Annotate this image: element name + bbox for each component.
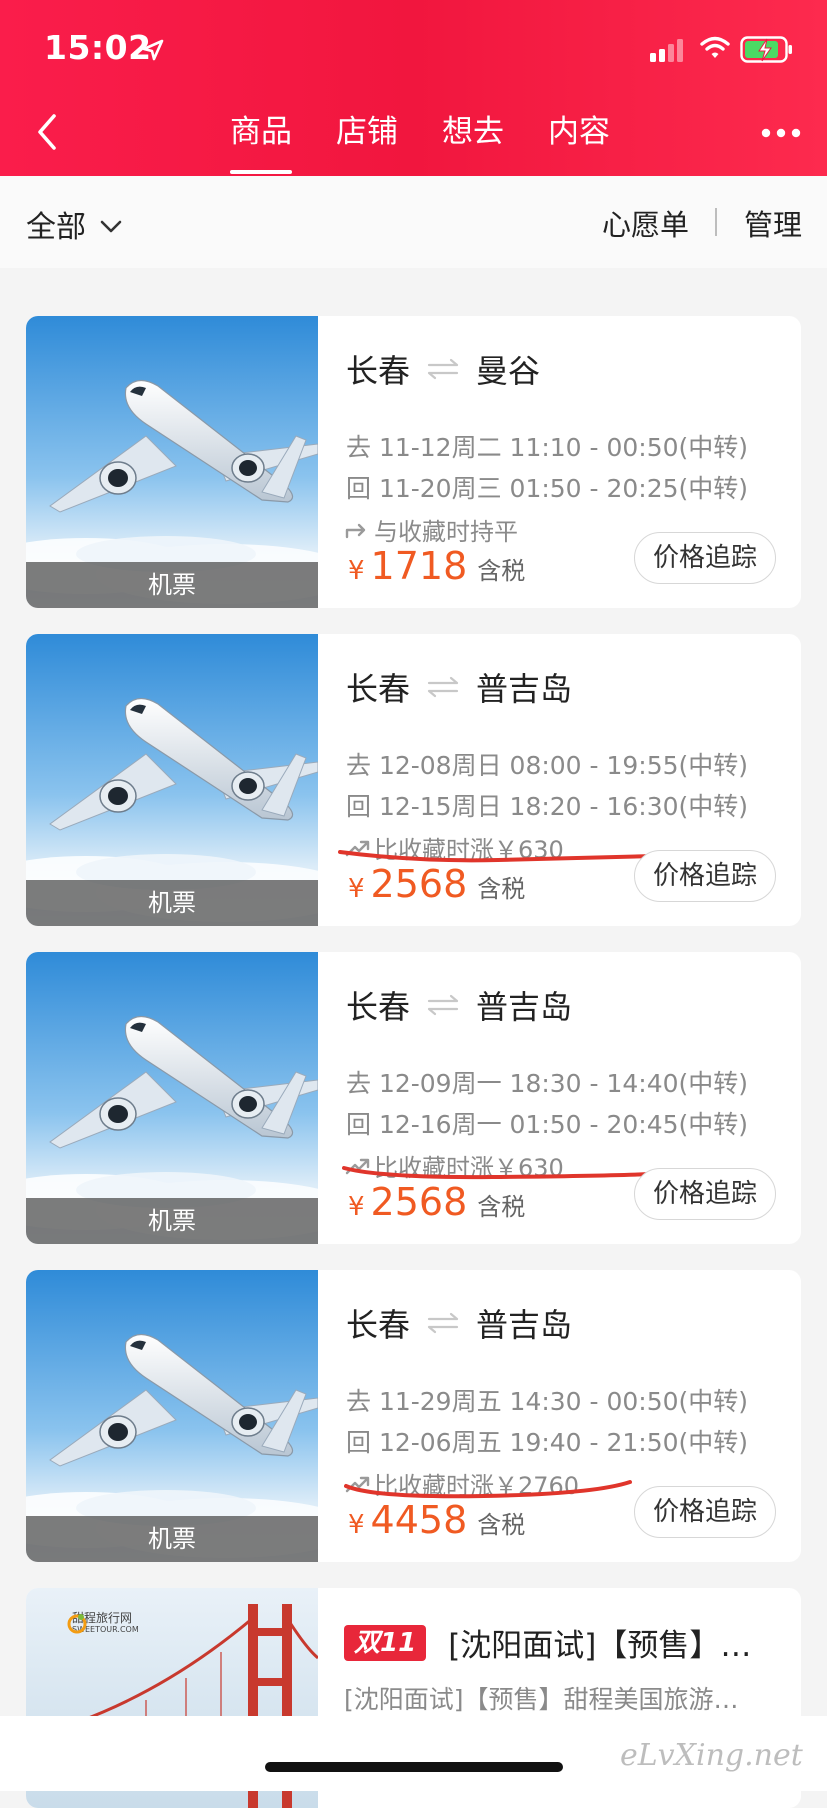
watermark: eLvXing.net bbox=[620, 1738, 803, 1773]
price-amount: 2568 bbox=[370, 862, 468, 906]
tax-label: 含税 bbox=[477, 1193, 526, 1221]
destination-city: 普吉岛 bbox=[476, 670, 573, 708]
more-options-icon[interactable] bbox=[760, 118, 802, 148]
price-track-button[interactable]: 价格追踪 bbox=[634, 1168, 776, 1220]
tax-label: 含税 bbox=[477, 875, 526, 903]
status-bar: 15:02 bbox=[0, 0, 827, 100]
tax-label: 含税 bbox=[477, 557, 526, 585]
tab-stores[interactable]: 店铺 bbox=[336, 108, 398, 168]
return-info: 回 12-16周一 01:50 - 20:45(中转) bbox=[346, 1110, 749, 1139]
wishlist-button[interactable]: 心愿单 bbox=[602, 202, 689, 244]
currency-symbol: ¥ bbox=[348, 874, 365, 904]
flight-image: 机票 bbox=[26, 634, 318, 926]
brand-logo: 甜程旅行网 SWEETOUR.COM bbox=[66, 1612, 139, 1636]
image-caption: 机票 bbox=[26, 1516, 318, 1562]
origin-city: 长春 bbox=[346, 670, 411, 708]
flight-image: 机票 bbox=[26, 316, 318, 608]
flight-card[interactable]: 机票 长春 普吉岛 去 12-08周日 08:00 - 19:55(中转) 回 … bbox=[26, 634, 801, 926]
flight-image: 机票 bbox=[26, 1270, 318, 1562]
round-trip-icon bbox=[427, 1312, 459, 1334]
top-tabs: 商品 店铺 想去 内容 bbox=[230, 108, 610, 174]
price-track-button[interactable]: 价格追踪 bbox=[634, 1486, 776, 1538]
promo-title-row: 双11 [沈阳面试]【预售】… bbox=[344, 1620, 751, 1665]
back-arrow-icon[interactable] bbox=[30, 108, 64, 156]
image-caption: 机票 bbox=[26, 880, 318, 926]
flight-card[interactable]: 机票 长春 曼谷 去 11-12周二 11:10 - 00:50(中转) 回 1… bbox=[26, 316, 801, 608]
image-caption: 机票 bbox=[26, 562, 318, 608]
currency-symbol: ¥ bbox=[348, 556, 365, 586]
depart-info: 去 12-08周日 08:00 - 19:55(中转) bbox=[346, 751, 749, 780]
round-trip-icon bbox=[427, 676, 459, 698]
depart-info: 去 12-09周一 18:30 - 14:40(中转) bbox=[346, 1069, 749, 1098]
destination-city: 普吉岛 bbox=[476, 988, 573, 1026]
depart-info: 去 11-29周五 14:30 - 00:50(中转) bbox=[346, 1387, 749, 1416]
manage-button[interactable]: 管理 bbox=[744, 202, 802, 244]
status-time: 15:02 bbox=[44, 28, 152, 67]
return-info: 回 12-06周五 19:40 - 21:50(中转) bbox=[346, 1428, 749, 1457]
filter-bar: 全部 心愿单 管理 bbox=[0, 176, 827, 268]
origin-city: 长春 bbox=[346, 352, 411, 390]
price: ¥ 4458 含税 bbox=[348, 1498, 525, 1542]
chevron-down-icon bbox=[100, 220, 122, 233]
price-trend: 与收藏时持平 bbox=[344, 512, 518, 547]
destination-city: 普吉岛 bbox=[476, 1306, 573, 1344]
currency-symbol: ¥ bbox=[348, 1510, 365, 1540]
flat-trend-icon bbox=[345, 523, 366, 538]
price-amount: 4458 bbox=[370, 1498, 468, 1542]
location-arrow-icon bbox=[142, 39, 164, 61]
image-caption: 机票 bbox=[26, 1198, 318, 1244]
cellular-signal-icon bbox=[650, 39, 683, 62]
route: 长春 普吉岛 bbox=[346, 664, 572, 710]
promo-title: [沈阳面试]【预售】… bbox=[448, 1628, 752, 1664]
filter-all-label: 全部 bbox=[26, 210, 86, 245]
home-indicator[interactable] bbox=[265, 1762, 563, 1772]
battery-charging-icon bbox=[740, 36, 792, 63]
price-track-button[interactable]: 价格追踪 bbox=[634, 850, 776, 902]
destination-city: 曼谷 bbox=[476, 352, 541, 390]
divider bbox=[715, 208, 717, 236]
wifi-icon bbox=[700, 36, 730, 58]
price: ¥ 1718 含税 bbox=[348, 544, 525, 588]
price: ¥ 2568 含税 bbox=[348, 1180, 525, 1224]
return-info: 回 11-20周三 01:50 - 20:25(中转) bbox=[346, 474, 749, 503]
flight-image: 机票 bbox=[26, 952, 318, 1244]
currency-symbol: ¥ bbox=[348, 1192, 365, 1222]
price-trend-text: 与收藏时持平 bbox=[374, 518, 518, 546]
round-trip-icon bbox=[427, 358, 459, 380]
tab-want-to-go[interactable]: 想去 bbox=[442, 108, 504, 168]
route: 长春 普吉岛 bbox=[346, 982, 572, 1028]
flight-card[interactable]: 机票 长春 普吉岛 去 11-29周五 14:30 - 00:50(中转) 回 … bbox=[26, 1270, 801, 1562]
price-amount: 1718 bbox=[370, 544, 468, 588]
depart-info: 去 11-12周二 11:10 - 00:50(中转) bbox=[346, 433, 749, 462]
double11-badge: 双11 bbox=[344, 1624, 427, 1661]
promo-subtitle: [沈阳面试]【预售】甜程美国旅游… bbox=[344, 1685, 739, 1714]
filter-all-dropdown[interactable]: 全部 bbox=[26, 202, 122, 246]
tab-products[interactable]: 商品 bbox=[230, 108, 292, 174]
origin-city: 长春 bbox=[346, 1306, 411, 1344]
origin-city: 长春 bbox=[346, 988, 411, 1026]
header-bar: 15:02 商品 店铺 想去 内容 bbox=[0, 0, 827, 176]
tab-content[interactable]: 内容 bbox=[548, 108, 610, 168]
price-amount: 2568 bbox=[370, 1180, 468, 1224]
flight-card[interactable]: 机票 长春 普吉岛 去 12-09周一 18:30 - 14:40(中转) 回 … bbox=[26, 952, 801, 1244]
route: 长春 曼谷 bbox=[346, 346, 540, 392]
price-track-button[interactable]: 价格追踪 bbox=[634, 532, 776, 584]
price: ¥ 2568 含税 bbox=[348, 862, 525, 906]
logo-icon bbox=[67, 1614, 87, 1634]
tax-label: 含税 bbox=[477, 1511, 526, 1539]
round-trip-icon bbox=[427, 994, 459, 1016]
route: 长春 普吉岛 bbox=[346, 1300, 572, 1346]
return-info: 回 12-15周日 18:20 - 16:30(中转) bbox=[346, 792, 749, 821]
